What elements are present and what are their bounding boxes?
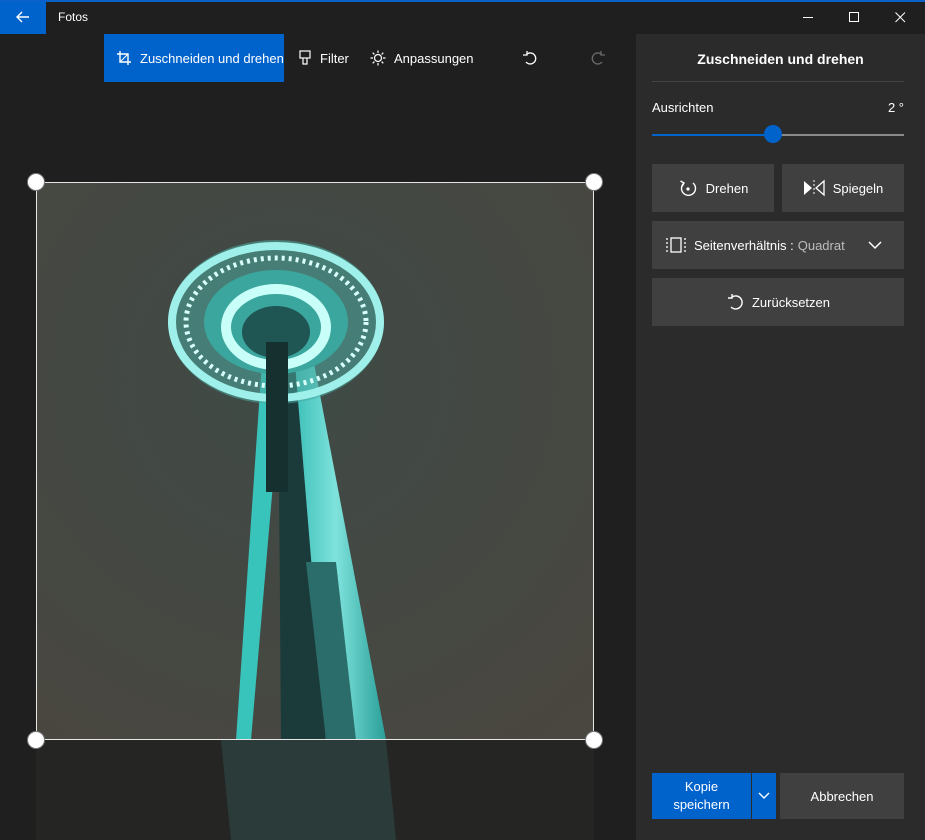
reset-button[interactable]: Zurücksetzen: [652, 278, 904, 326]
straighten-value: 2 °: [887, 100, 904, 115]
tab-filter-label: Filter: [320, 50, 349, 66]
brightness-icon: [370, 50, 386, 66]
tab-adjust[interactable]: Anpassungen: [370, 34, 474, 82]
maximize-button[interactable]: [831, 0, 877, 34]
back-button[interactable]: [0, 0, 46, 34]
minimize-button[interactable]: [785, 0, 831, 34]
rotate-button[interactable]: Drehen: [652, 164, 774, 212]
straighten-slider[interactable]: [652, 125, 904, 143]
aspect-ratio-dropdown[interactable]: Seitenverhältnis : Quadrat: [652, 221, 904, 269]
title-bar: Fotos: [0, 0, 925, 34]
crop-handle-top-right[interactable]: [585, 173, 603, 191]
flip-button[interactable]: Spiegeln: [782, 164, 904, 212]
app-title: Fotos: [58, 10, 89, 24]
save-copy-label-line2: speichern: [673, 797, 730, 812]
tab-crop-rotate[interactable]: Zuschneiden und drehen: [104, 34, 284, 82]
maximize-icon: [848, 11, 859, 22]
reset-icon: [727, 294, 743, 310]
rotate-label: Drehen: [705, 180, 749, 196]
photo-outside-crop: [36, 740, 594, 840]
save-options-button[interactable]: [752, 773, 776, 819]
crop-handle-top-left[interactable]: [27, 173, 45, 191]
close-icon: [894, 11, 905, 22]
aspect-ratio-icon: [666, 237, 686, 253]
tab-crop-rotate-label: Zuschneiden und drehen: [140, 50, 284, 66]
crop-handle-bottom-left[interactable]: [27, 731, 45, 749]
rotate-icon: [679, 180, 696, 197]
arrow-left-icon: [16, 11, 29, 23]
tab-adjust-label: Anpassungen: [394, 50, 474, 66]
crop-rotate-panel: Zuschneiden und drehen Ausrichten 2 ° Dr…: [636, 34, 925, 840]
undo-button[interactable]: [522, 34, 546, 82]
save-copy-button[interactable]: Kopie speichern: [652, 773, 751, 819]
panel-title: Zuschneiden und drehen: [697, 51, 864, 67]
reset-label: Zurücksetzen: [751, 294, 831, 310]
image-canvas: [0, 82, 636, 840]
aspect-ratio-label: Seitenverhältnis :: [694, 237, 794, 253]
edit-toolbar: Zuschneiden und drehen Filter Anpassunge…: [0, 34, 636, 82]
cancel-button[interactable]: Abbrechen: [780, 773, 904, 819]
save-copy-label-line1: Kopie: [684, 779, 719, 794]
aspect-ratio-value: Quadrat: [797, 237, 845, 253]
crop-handle-bottom-right[interactable]: [585, 731, 603, 749]
flip-icon: [803, 179, 825, 197]
chevron-down-icon: [758, 792, 770, 799]
crop-icon: [117, 51, 131, 65]
straighten-slider-thumb[interactable]: [763, 125, 782, 143]
window-accent-border: [0, 0, 925, 2]
straighten-label: Ausrichten: [652, 100, 714, 115]
redo-button[interactable]: [590, 34, 614, 82]
straighten-slider-fill: [652, 134, 773, 136]
minimize-icon: [802, 16, 813, 18]
undo-icon: [523, 51, 537, 65]
close-button[interactable]: [877, 0, 923, 34]
crop-frame[interactable]: [36, 182, 594, 740]
panel-divider: [652, 81, 904, 82]
tab-filter[interactable]: Filter: [298, 34, 349, 82]
flip-label: Spiegeln: [832, 180, 884, 196]
filter-brush-icon: [299, 50, 311, 65]
chevron-down-icon: [868, 241, 882, 250]
redo-icon: [591, 51, 605, 65]
